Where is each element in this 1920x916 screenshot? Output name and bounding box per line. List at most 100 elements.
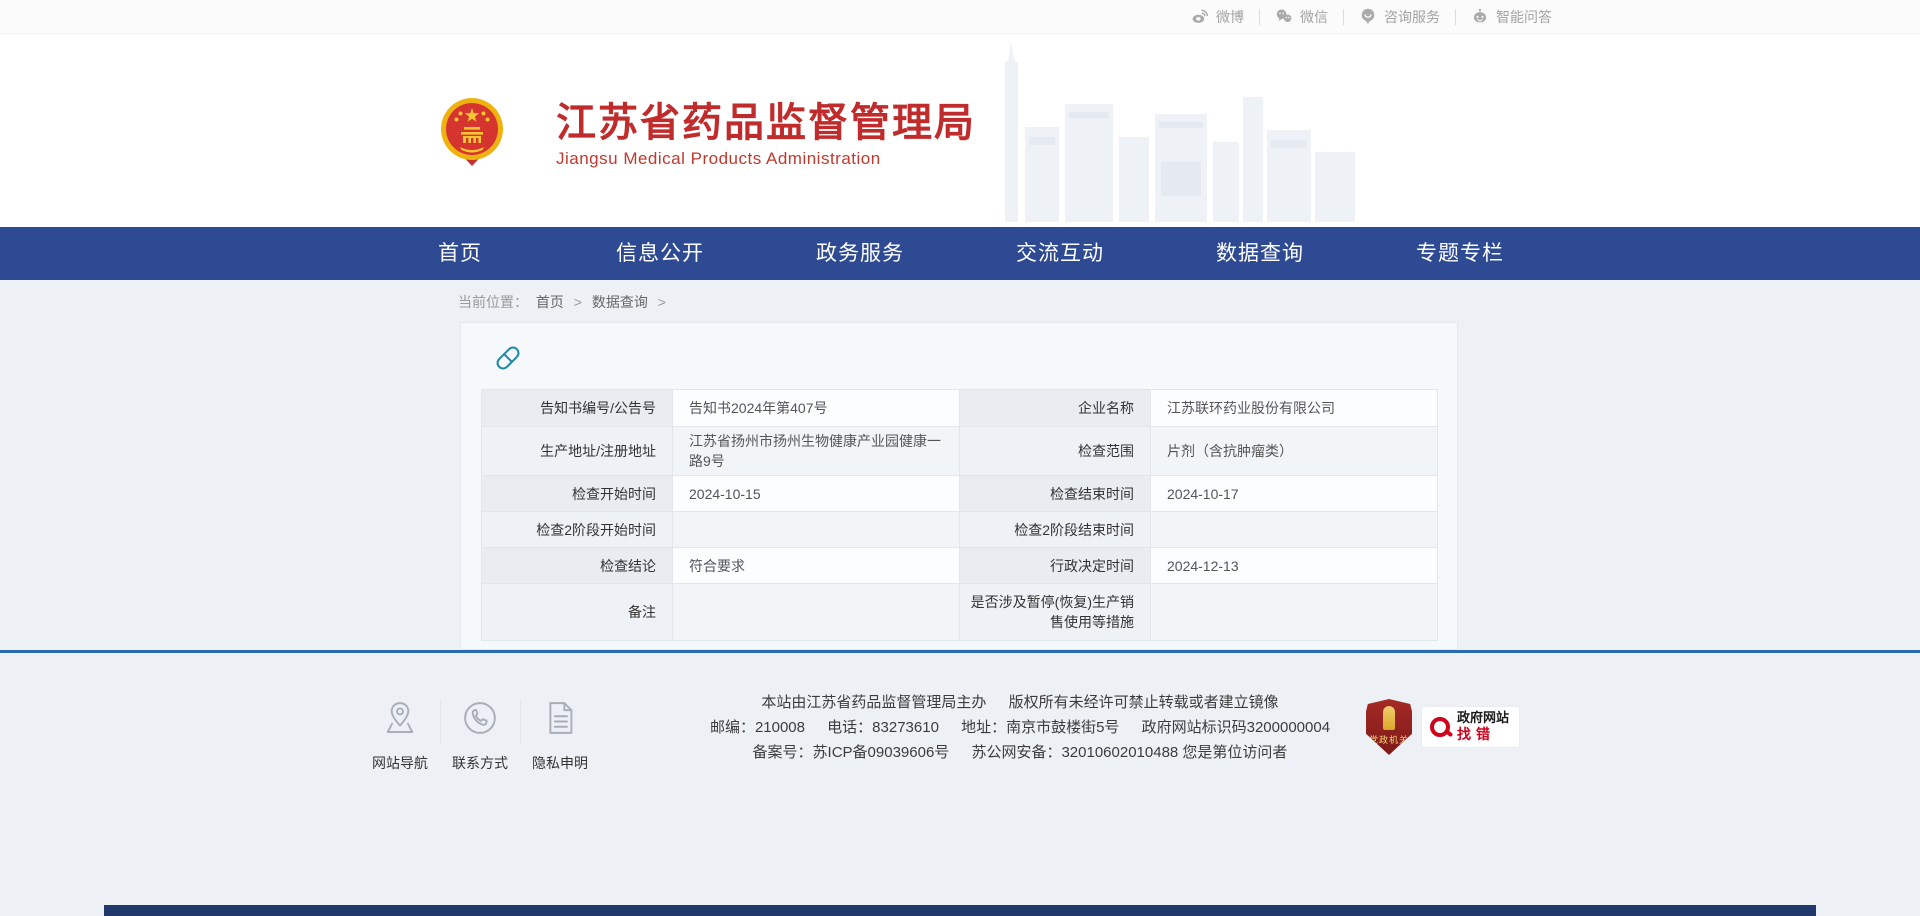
smart-qa-link[interactable]: 智能问答 bbox=[1456, 9, 1552, 25]
smart-qa-label: 智能问答 bbox=[1496, 7, 1552, 27]
table-row: 检查2阶段开始时间 检查2阶段结束时间 bbox=[482, 512, 1438, 548]
error-badge-top-label: 政府网站 bbox=[1457, 711, 1509, 726]
footer-link-label: 隐私申明 bbox=[532, 753, 588, 773]
footer-line-1: 本站由江苏省药品监督管理局主办 版权所有未经许可禁止转载或者建立镜像 bbox=[620, 690, 1420, 715]
field-label: 是否涉及暂停(恢复)生产销售使用等措施 bbox=[960, 584, 1151, 641]
field-value: 江苏省扬州市扬州生物健康产业园健康一路9号 bbox=[673, 427, 960, 476]
field-value bbox=[673, 512, 960, 548]
field-value: 告知书2024年第407号 bbox=[673, 390, 960, 427]
nav-item-home[interactable]: 首页 bbox=[360, 227, 560, 280]
footer-phone: 电话：83273610 bbox=[827, 715, 939, 740]
error-badge-bottom-label: 找错 bbox=[1457, 726, 1509, 742]
table-row: 备注 是否涉及暂停(恢复)生产销售使用等措施 bbox=[482, 584, 1438, 641]
party-gov-badge[interactable]: 党政机关 bbox=[1366, 699, 1412, 755]
field-value: 2024-10-17 bbox=[1151, 476, 1438, 512]
field-value bbox=[1151, 512, 1438, 548]
breadcrumb-separator: > bbox=[574, 294, 582, 310]
breadcrumb-prefix: 当前位置： bbox=[458, 294, 528, 310]
breadcrumb-data-query-link[interactable]: 数据查询 bbox=[592, 294, 648, 310]
site-header: 江苏省药品监督管理局 Jiangsu Medical Products Admi… bbox=[0, 34, 1920, 227]
footer-link-contact[interactable]: 联系方式 bbox=[440, 697, 520, 773]
record-detail-panel: 告知书编号/公告号 告知书2024年第407号 企业名称 江苏联环药业股份有限公… bbox=[460, 322, 1458, 650]
smart-qa-icon bbox=[1471, 7, 1489, 28]
nav-item-gov-services[interactable]: 政务服务 bbox=[760, 227, 960, 280]
field-value: 符合要求 bbox=[673, 548, 960, 584]
top-utility-bar: 微博 微信 咨询服务 智能问答 bbox=[0, 0, 1920, 34]
field-label: 检查2阶段开始时间 bbox=[482, 512, 673, 548]
footer-badges: 党政机关 政府网站 找错 bbox=[1366, 699, 1520, 755]
map-pin-icon bbox=[379, 697, 421, 744]
consult-service-icon bbox=[1359, 7, 1377, 28]
magnifier-icon bbox=[1430, 717, 1450, 737]
field-value bbox=[673, 584, 960, 641]
field-label: 告知书编号/公告号 bbox=[482, 390, 673, 427]
party-badge-label: 党政机关 bbox=[1366, 733, 1412, 746]
table-row: 告知书编号/公告号 告知书2024年第407号 企业名称 江苏联环药业股份有限公… bbox=[482, 390, 1438, 427]
field-label: 检查2阶段结束时间 bbox=[960, 512, 1151, 548]
field-value bbox=[1151, 584, 1438, 641]
footer-host-text: 本站由江苏省药品监督管理局主办 bbox=[761, 690, 986, 715]
weibo-icon bbox=[1191, 7, 1209, 28]
footer-quicklinks: 网站导航 联系方式 bbox=[360, 697, 600, 773]
field-label: 备注 bbox=[482, 584, 673, 641]
field-label: 生产地址/注册地址 bbox=[482, 427, 673, 476]
field-value: 2024-10-15 bbox=[673, 476, 960, 512]
national-emblem-logo bbox=[438, 96, 506, 173]
gov-site-error-report-badge[interactable]: 政府网站 找错 bbox=[1421, 706, 1520, 748]
document-icon bbox=[539, 697, 581, 744]
inspection-record-table: 告知书编号/公告号 告知书2024年第407号 企业名称 江苏联环药业股份有限公… bbox=[481, 389, 1438, 641]
nav-item-interaction[interactable]: 交流互动 bbox=[960, 227, 1160, 280]
footer-link-label: 网站导航 bbox=[372, 753, 428, 773]
field-value: 片剂（含抗肿瘤类） bbox=[1151, 427, 1438, 476]
table-row: 检查结论 符合要求 行政决定时间 2024-12-13 bbox=[482, 548, 1438, 584]
breadcrumb-home-link[interactable]: 首页 bbox=[536, 294, 564, 310]
wechat-link[interactable]: 微信 bbox=[1260, 9, 1344, 25]
footer-link-sitemap[interactable]: 网站导航 bbox=[360, 697, 440, 773]
footer-site-id: 政府网站标识码3200000004 bbox=[1142, 715, 1330, 740]
weibo-label: 微博 bbox=[1216, 7, 1244, 27]
footer-copyright-text: 版权所有未经许可禁止转载或者建立镜像 bbox=[1009, 690, 1279, 715]
breadcrumb: 当前位置： 首页 > 数据查询 > bbox=[458, 292, 668, 312]
phone-icon bbox=[459, 697, 501, 744]
nav-item-special-topics[interactable]: 专题专栏 bbox=[1360, 227, 1560, 280]
nav-item-info-disclosure[interactable]: 信息公开 bbox=[560, 227, 760, 280]
footer-address: 地址：南京市鼓楼街5号 bbox=[961, 715, 1119, 740]
wechat-label: 微信 bbox=[1300, 7, 1328, 27]
main-nav: 首页 信息公开 政务服务 交流互动 数据查询 专题专栏 bbox=[0, 227, 1920, 280]
footer-line-2: 邮编：210008 电话：83273610 地址：南京市鼓楼街5号 政府网站标识… bbox=[620, 715, 1420, 740]
nav-item-data-query[interactable]: 数据查询 bbox=[1160, 227, 1360, 280]
footer-link-label: 联系方式 bbox=[452, 753, 508, 773]
table-row: 生产地址/注册地址 江苏省扬州市扬州生物健康产业园健康一路9号 检查范围 片剂（… bbox=[482, 427, 1438, 476]
footer-line-3: 备案号：苏ICP备09039606号 苏公网安备：32010602010488 … bbox=[620, 740, 1420, 765]
footer-security-number: 苏公网安备：32010602010488 您是第位访问者 bbox=[971, 740, 1287, 765]
footer-link-privacy[interactable]: 隐私申明 bbox=[520, 697, 600, 773]
page: 微博 微信 咨询服务 智能问答 bbox=[0, 0, 1920, 916]
field-label: 检查结束时间 bbox=[960, 476, 1151, 512]
field-value: 江苏联环药业股份有限公司 bbox=[1151, 390, 1438, 427]
field-label: 检查开始时间 bbox=[482, 476, 673, 512]
footer-icp-number: 备案号：苏ICP备09039606号 bbox=[753, 740, 950, 765]
footer-postcode: 邮编：210008 bbox=[710, 715, 805, 740]
site-brand: 江苏省药品监督管理局 Jiangsu Medical Products Admi… bbox=[556, 100, 976, 169]
city-skyline-graphic bbox=[985, 42, 1365, 227]
table-row: 检查开始时间 2024-10-15 检查结束时间 2024-10-17 bbox=[482, 476, 1438, 512]
wechat-icon bbox=[1275, 7, 1293, 28]
field-label: 行政决定时间 bbox=[960, 548, 1151, 584]
field-value: 2024-12-13 bbox=[1151, 548, 1438, 584]
footer-info: 本站由江苏省药品监督管理局主办 版权所有未经许可禁止转载或者建立镜像 邮编：21… bbox=[620, 690, 1420, 765]
consult-service-label: 咨询服务 bbox=[1384, 7, 1440, 27]
error-badge-text: 政府网站 找错 bbox=[1457, 711, 1509, 742]
weibo-link[interactable]: 微博 bbox=[1176, 9, 1260, 25]
site-title: 江苏省药品监督管理局 bbox=[556, 100, 976, 146]
breadcrumb-separator: > bbox=[658, 294, 666, 310]
field-label: 检查结论 bbox=[482, 548, 673, 584]
site-footer: 网站导航 联系方式 bbox=[0, 650, 1920, 916]
field-label: 企业名称 bbox=[960, 390, 1151, 427]
site-subtitle: Jiangsu Medical Products Administration bbox=[556, 149, 976, 169]
pill-capsule-icon bbox=[493, 343, 523, 378]
topbar-links: 微博 微信 咨询服务 智能问答 bbox=[1176, 0, 1552, 34]
field-label: 检查范围 bbox=[960, 427, 1151, 476]
consult-service-link[interactable]: 咨询服务 bbox=[1344, 9, 1456, 25]
bottom-bar bbox=[104, 905, 1816, 916]
party-emblem-icon bbox=[1383, 706, 1395, 730]
